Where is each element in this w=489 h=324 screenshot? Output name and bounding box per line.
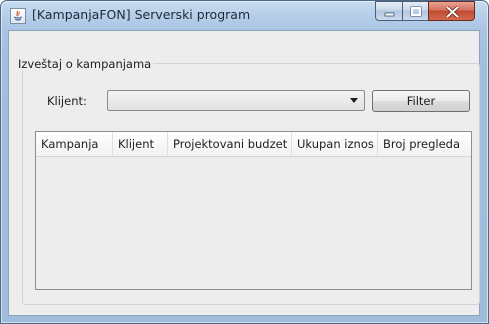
minimize-button[interactable] xyxy=(375,1,402,21)
table-body[interactable] xyxy=(36,157,471,289)
close-icon xyxy=(445,5,460,19)
window-title: [KampanjaFON] Serverski program xyxy=(32,7,251,22)
maximize-icon xyxy=(410,6,422,17)
maximize-button[interactable] xyxy=(402,1,428,21)
column-header-projektovani-budzet[interactable]: Projektovani budzet xyxy=(168,132,292,156)
column-header-ukupan-iznos[interactable]: Ukupan iznos xyxy=(292,132,378,156)
campaign-table[interactable]: Kampanja Klijent Projektovani budzet Uku… xyxy=(35,131,472,290)
column-header-klijent[interactable]: Klijent xyxy=(113,132,168,156)
filter-button[interactable]: Filter xyxy=(372,90,470,112)
chevron-down-icon xyxy=(350,98,358,103)
column-header-broj-pregleda[interactable]: Broj pregleda xyxy=(378,132,471,156)
table-header: Kampanja Klijent Projektovani budzet Uku… xyxy=(36,132,471,157)
report-group-legend: Izveštaj o kampanjama xyxy=(16,57,154,71)
client-combobox[interactable] xyxy=(107,90,365,111)
title-bar[interactable]: [KampanjaFON] Serverski program xyxy=(1,1,488,31)
close-button[interactable] xyxy=(428,1,475,21)
column-header-kampanja[interactable]: Kampanja xyxy=(36,132,113,156)
client-label: Klijent: xyxy=(47,94,87,108)
minimize-icon xyxy=(384,12,395,17)
java-app-icon xyxy=(10,8,26,24)
